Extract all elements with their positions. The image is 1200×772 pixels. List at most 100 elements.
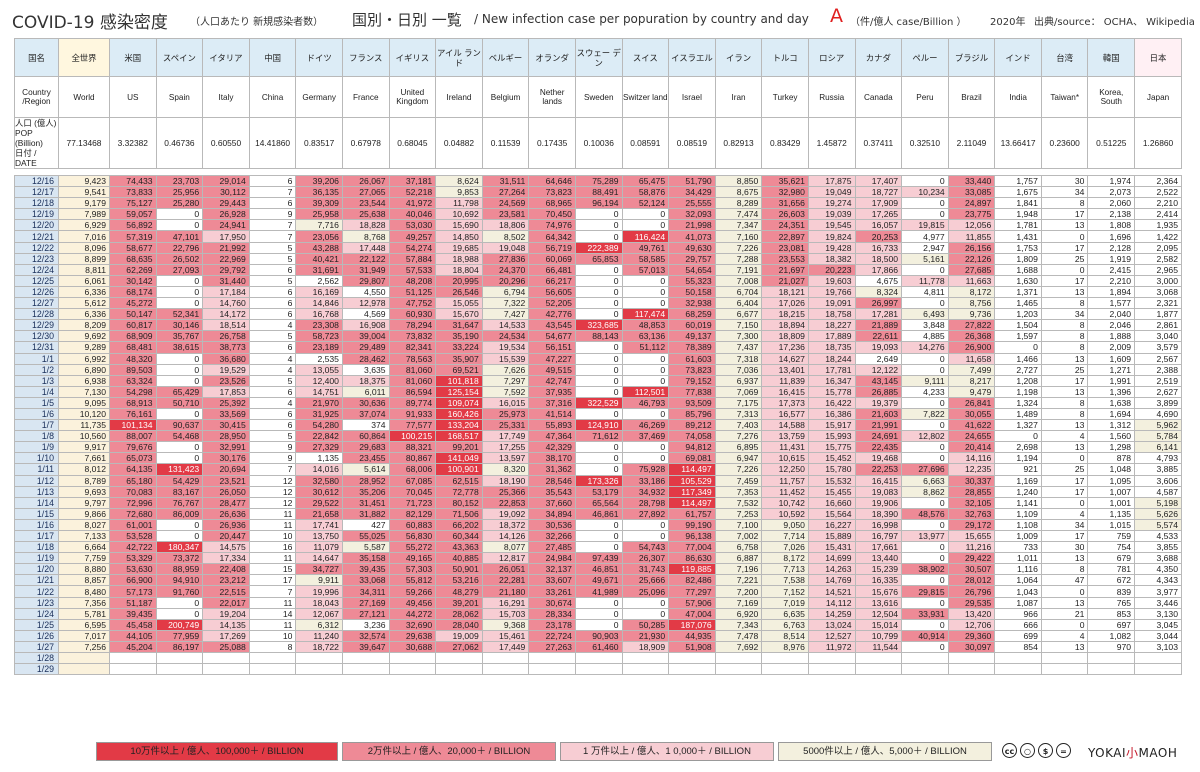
country-name-14: イラン: [714, 38, 763, 77]
row-date: 1/15: [14, 507, 59, 520]
table-row: 1/26 7,017 44,105 77,959 17,269 10 11,240 32,57…: [14, 629, 1182, 642]
cell-value: 7,989: [58, 208, 110, 221]
cell-value: [295, 663, 343, 676]
cell-value: 0: [901, 618, 949, 631]
cell-value: 14,521: [807, 585, 856, 598]
cell-value: 90,637: [155, 419, 204, 432]
cell-value: [109, 663, 157, 676]
cell-value: 88,321: [388, 441, 437, 454]
cell-value: 1,638: [1087, 396, 1136, 409]
cell-value: 765: [1087, 596, 1136, 609]
cell-value: 14,846: [295, 297, 343, 310]
cell-value: 7,318: [714, 352, 763, 365]
cell-value: 10,692: [435, 208, 483, 221]
cell-value: 46,851: [574, 563, 623, 576]
cell-value: 6,595: [58, 618, 110, 631]
country-en-8: Ireland: [435, 76, 483, 118]
cell-value: 12,978: [341, 297, 390, 310]
table-row: 12/31 9,289 68,481 38,615 38,773 6 23,189 29,48…: [14, 341, 1182, 354]
cell-value: [109, 652, 157, 665]
country-pop-21: 0.23600: [1040, 117, 1089, 169]
cell-value: 4: [248, 319, 297, 332]
table-row: 1/23 7,356 51,187 0 22,017 11 18,043 27,169 49,4…: [14, 596, 1182, 609]
country-pop-19: 2.11049: [947, 117, 996, 169]
cell-value: 8,480: [58, 585, 110, 598]
cell-value: 17,269: [202, 629, 250, 642]
cell-value: 26,900: [947, 341, 996, 354]
country-name-13: イスラエル: [668, 38, 716, 77]
cell-value: 31,362: [528, 463, 576, 476]
cell-value: 42,329: [528, 441, 576, 454]
cell-value: 3,000: [1134, 274, 1182, 287]
gap-cell: [1041, 168, 1088, 176]
cell-value: 46,793: [621, 396, 670, 409]
cell-value: 18,190: [481, 474, 530, 487]
cell-value: 17,255: [481, 441, 530, 454]
cell-value: 8,899: [58, 252, 110, 265]
cell-value: 68,174: [109, 285, 157, 299]
cell-value: 8,880: [58, 563, 110, 576]
cell-value: 30: [1040, 541, 1089, 554]
cell-value: 18,727: [854, 186, 903, 199]
cell-value: 73,372: [155, 552, 204, 565]
cell-value: 9,289: [58, 341, 110, 354]
cell-value: 14,112: [807, 596, 856, 609]
cell-value: 53,329: [109, 552, 157, 565]
cell-value: 27,169: [341, 596, 390, 609]
cell-value: 34,311: [341, 585, 390, 598]
cell-value: 1,431: [994, 230, 1042, 243]
cell-value: 17,741: [295, 518, 343, 532]
cell-value: 27,065: [341, 186, 390, 199]
country-pop-7: 0.68045: [388, 117, 437, 169]
cell-value: 6,895: [714, 441, 763, 454]
table-row: 1/25 6,595 45,458 200,749 14,135 11 6,312 3,236…: [14, 618, 1182, 631]
table-row: 12/20 6,929 56,892 0 24,941 7 7,716 18,828 53,03…: [14, 219, 1182, 232]
cell-value: 56,151: [528, 341, 576, 354]
cell-value: 5: [248, 330, 297, 343]
cell-value: 59,266: [388, 585, 437, 598]
cell-value: 8,289: [714, 197, 763, 210]
cell-value: 1,630: [994, 274, 1042, 287]
cell-value: 8: [1040, 563, 1089, 576]
cell-value: 91,933: [388, 407, 437, 421]
brand-part1: YOKAI: [1088, 746, 1127, 760]
cell-value: 80,152: [435, 496, 483, 509]
table-row: 1/3 6,938 63,324 0 23,526 5 12,400 18,375 81,060…: [14, 374, 1182, 387]
cell-value: 0: [574, 297, 623, 310]
cell-value: 31,925: [295, 407, 343, 421]
cell-value: 25,280: [155, 197, 204, 210]
cell-value: 30,674: [528, 596, 576, 609]
cell-value: 23,775: [947, 208, 996, 221]
cell-value: 7: [248, 186, 297, 199]
cell-value: 41,972: [388, 197, 437, 210]
cell-value: 28,950: [202, 430, 250, 443]
row-date: 1/18: [14, 541, 59, 554]
cell-value: 18,043: [295, 596, 343, 609]
cell-value: 0: [901, 363, 949, 376]
cell-value: 8,862: [901, 485, 949, 498]
table-row: 12/27 5,612 45,272 0 14,760 6 14,846 12,978 47,7…: [14, 297, 1182, 310]
cell-value: 25,366: [481, 485, 530, 498]
cell-value: 58,585: [621, 252, 670, 265]
cell-value: 35,543: [528, 485, 576, 498]
cell-value: 0: [155, 452, 204, 465]
cell-value: 74,433: [109, 174, 157, 188]
cell-value: 9,179: [58, 197, 110, 210]
cell-value: [528, 652, 576, 665]
country-pop-6: 0.67978: [341, 117, 390, 169]
cell-value: [248, 652, 297, 665]
cell-value: 1,194: [994, 452, 1042, 465]
cell-value: 7,347: [714, 219, 763, 232]
country-name-1: 米国: [109, 38, 157, 77]
cell-value: 3,236: [341, 618, 390, 631]
country-name-18: ペルー: [901, 38, 949, 77]
cell-value: 22,408: [202, 563, 250, 576]
cell-value: 41,514: [528, 407, 576, 421]
cell-value: 101,818: [435, 374, 483, 387]
cell-value: 9: [248, 441, 297, 454]
cell-value: 1,007: [1087, 485, 1136, 498]
row-date: 12/19: [14, 208, 59, 221]
gap-cell: [622, 168, 669, 176]
country-en-13: Israel: [668, 76, 716, 118]
cell-value: 6,061: [58, 274, 110, 287]
